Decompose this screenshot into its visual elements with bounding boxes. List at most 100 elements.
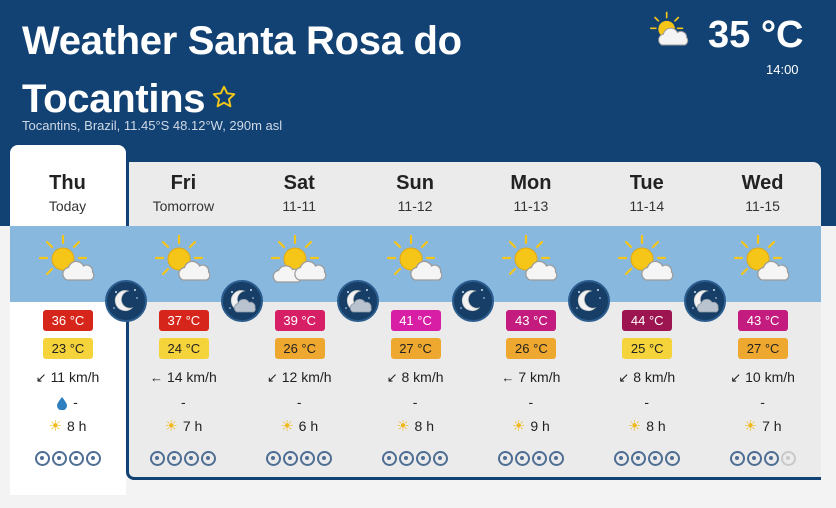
day-date: Today <box>48 198 87 214</box>
sunshine-hours: ☀ 9 h <box>473 417 588 435</box>
sun-cloud-icon <box>732 234 792 291</box>
uv-index-row <box>242 451 357 466</box>
uv-index-icon <box>433 451 449 466</box>
wind-speed: ↙ 10 km/h <box>705 369 820 386</box>
uv-index-icon <box>613 451 629 466</box>
day-date: Tomorrow <box>152 198 215 214</box>
wind-value: 11 km/h <box>50 369 100 385</box>
max-temp-badge: 43 °C <box>738 310 789 331</box>
wind-speed: ↙ 11 km/h <box>10 369 125 386</box>
wind-value: 8 km/h <box>633 369 676 385</box>
wind-direction-icon: ↙ <box>730 370 742 385</box>
day-date: 11-13 <box>513 198 549 214</box>
sunshine-hours: ☀ 8 h <box>10 417 125 435</box>
precipitation: - <box>242 394 357 410</box>
location-details: Tocantins, Brazil, 11.45°S 48.12°W, 290m… <box>22 118 283 133</box>
max-temp-badge: 43 °C <box>506 310 557 331</box>
wind-value: 7 km/h <box>518 369 561 385</box>
moon-cloud-icon <box>336 280 379 322</box>
day-column[interactable]: Sat 11-11 39 °C 26 °C ↙ 12 km/h - ☀ 6 h <box>242 162 357 480</box>
sunshine-hours: ☀ 8 h <box>589 417 704 435</box>
day-column[interactable]: Wed 11-15 43 °C 27 °C ↙ 10 km/h - ☀ 7 h <box>705 162 820 480</box>
uv-index-icon <box>647 451 663 466</box>
day-date: 11-12 <box>397 198 433 214</box>
sun-cloud-icon <box>37 234 97 291</box>
precipitation-value: - <box>181 394 186 410</box>
uv-index-icon <box>531 451 547 466</box>
min-temp-badge: 24 °C <box>158 338 209 359</box>
day-name: Thu <box>49 172 86 194</box>
day-column[interactable]: Thu Today 36 °C 23 °C ↙ 11 km/h - ☀ 8 h <box>10 162 125 480</box>
precipitation-value: - <box>73 394 78 410</box>
uv-index-row <box>705 451 820 466</box>
uv-index-icon <box>399 451 415 466</box>
min-temp-badge: 25 °C <box>622 338 673 359</box>
min-temp-badge: 23 °C <box>43 338 93 359</box>
wind-value: 14 km/h <box>166 369 217 385</box>
day-column[interactable]: Fri Tomorrow 37 °C 24 °C ← 14 km/h - ☀ 7 h <box>126 162 241 480</box>
uv-index-icon <box>497 451 513 466</box>
precipitation: - <box>589 394 704 410</box>
sun-cloud-icon <box>385 234 445 291</box>
wind-speed: ← 14 km/h <box>126 369 241 385</box>
uv-index-row <box>589 451 704 466</box>
uv-index-icon <box>283 451 299 466</box>
wind-speed: ↙ 12 km/h <box>242 369 357 386</box>
precipitation: - <box>705 394 820 410</box>
max-temp-badge: 36 °C <box>43 310 93 331</box>
day-name: Sat <box>283 172 315 194</box>
day-column[interactable]: Tue 11-14 44 °C 25 °C ↙ 8 km/h - ☀ 8 h <box>589 162 704 480</box>
day-date: 11-11 <box>282 198 317 214</box>
uv-index-icon <box>514 451 530 466</box>
max-temp-badge: 44 °C <box>622 310 673 331</box>
precipitation-value: - <box>644 394 650 410</box>
uv-index-icon <box>34 451 50 466</box>
sun-icon: ☀ <box>511 418 526 435</box>
uv-index-icon <box>85 451 101 466</box>
wind-speed: ↙ 8 km/h <box>589 369 704 386</box>
precipitation-value: - <box>412 394 418 410</box>
min-temp-badge: 27 °C <box>738 338 789 359</box>
moon-cloud-icon <box>684 280 727 322</box>
moon-clear-icon <box>452 280 495 322</box>
day-name: Mon <box>510 172 552 194</box>
wind-direction-icon: ← <box>149 370 163 385</box>
precipitation-value: - <box>296 394 302 410</box>
page-title-text: Weather Santa Rosa do Tocantins <box>22 19 462 121</box>
moon-cloud-icon <box>220 280 263 322</box>
sunshine-hours: ☀ 8 h <box>358 417 473 435</box>
raindrop-icon <box>57 396 68 410</box>
wind-speed: ↙ 8 km/h <box>358 369 473 386</box>
max-temp-badge: 39 °C <box>274 310 325 331</box>
wind-value: 8 km/h <box>401 369 444 385</box>
wind-direction-icon: ↙ <box>266 370 278 385</box>
wind-value: 10 km/h <box>745 369 795 385</box>
wind-value: 12 km/h <box>281 369 332 385</box>
day-name: Tue <box>629 172 664 194</box>
sun-icon: ☀ <box>396 418 410 435</box>
sun-icon: ☀ <box>743 418 758 435</box>
min-temp-badge: 27 °C <box>390 338 441 359</box>
day-date: 11-15 <box>745 198 780 214</box>
precipitation-value: - <box>528 394 534 410</box>
uv-index-icon <box>167 451 183 466</box>
uv-index-icon <box>68 451 84 466</box>
current-time: 14:00 <box>766 62 799 77</box>
star-outline-icon[interactable] <box>211 84 237 110</box>
day-name: Fri <box>170 172 197 194</box>
uv-index-icon <box>51 451 67 466</box>
uv-index-icon <box>416 451 432 466</box>
day-column[interactable]: Mon 11-13 43 °C 26 °C ← 7 km/h - ☀ 9 h <box>473 162 588 480</box>
uv-index-icon <box>382 451 398 466</box>
sunshine-hours: ☀ 7 h <box>705 417 820 435</box>
uv-index-icon <box>780 451 796 466</box>
uv-index-icon <box>184 451 200 466</box>
day-column[interactable]: Sun 11-12 41 °C 27 °C ↙ 8 km/h - ☀ 8 h <box>358 162 473 480</box>
sunshine-value: 7 h <box>182 418 203 434</box>
uv-index-icon <box>201 451 217 466</box>
min-temp-badge: 26 °C <box>274 338 325 359</box>
precipitation-value: - <box>760 394 765 410</box>
max-temp-badge: 37 °C <box>158 310 209 331</box>
sunshine-value: 9 h <box>530 418 550 434</box>
page-title: Weather Santa Rosa do Tocantins <box>22 12 622 128</box>
